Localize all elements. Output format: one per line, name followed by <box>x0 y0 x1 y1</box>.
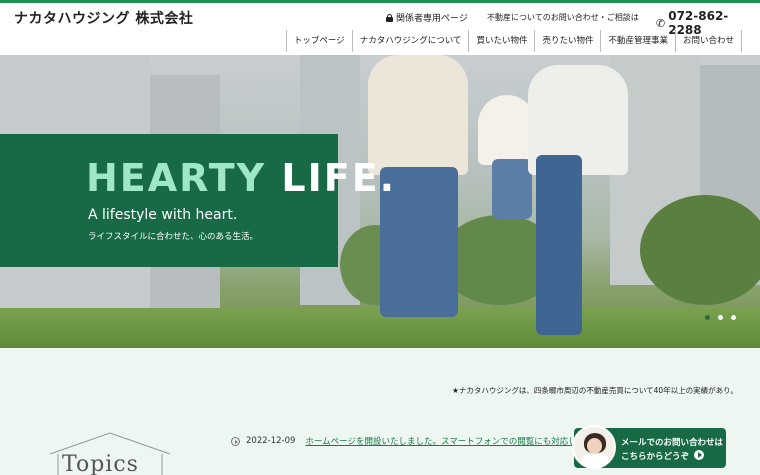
topics-heading: Topics <box>62 452 139 475</box>
nav-item-management[interactable]: 不動産管理事業 <box>601 30 676 52</box>
main-nav: トップページ ナカタハウジングについて 買いたい物件 売りたい物件 不動産管理事… <box>285 30 742 52</box>
mail-inquiry-button[interactable]: メールでのお問い合わせは こちらからどうぞ <box>572 425 726 469</box>
slider-dots <box>705 315 736 320</box>
nav-item-contact[interactable]: お問い合わせ <box>676 30 742 52</box>
inquiry-text: 不動産についてのお問い合わせ・ご相談は <box>487 13 639 22</box>
mail-inquiry-label-2: こちらからどうぞ <box>621 452 690 462</box>
hero-subtitle: A lifestyle with heart. <box>88 207 238 223</box>
news-date: 2022-12-09 <box>246 436 296 446</box>
hero-slider: HEARTY LIFE. A lifestyle with heart. ライフ… <box>0 55 760 348</box>
nav-item-buy[interactable]: 買いたい物件 <box>469 30 536 52</box>
slider-dot-1[interactable] <box>705 315 710 320</box>
news-item: 2022-12-09 ホームページを開設いたしました。スマートフォンでの閲覧にも… <box>231 435 602 447</box>
news-link[interactable]: ホームページを開設いたしました。スマートフォンでの閲覧にも対応していま <box>305 435 602 447</box>
site-logo[interactable]: ナカタハウジング 株式会社 <box>14 8 193 28</box>
staff-avatar <box>572 425 616 469</box>
member-page-link[interactable]: 関係者専用ページ <box>386 11 468 24</box>
arrow-right-icon <box>231 436 240 446</box>
slider-dot-3[interactable] <box>731 315 736 320</box>
nav-item-top[interactable]: トップページ <box>287 30 353 52</box>
site-header: ナカタハウジング 株式会社 関係者専用ページ 不動産についてのお問い合わせ・ご相… <box>0 3 760 55</box>
news-ticker: ★ナカタハウジングは、四条畷市周辺の不動産売買について40年以上の実績があり。 <box>452 386 738 395</box>
nav-item-sell[interactable]: 売りたい物件 <box>535 30 602 52</box>
mail-inquiry-label-1: メールでのお問い合わせは <box>621 438 724 448</box>
background-tree <box>640 195 760 305</box>
phone-icon: ✆ <box>656 16 666 30</box>
lock-icon <box>386 13 393 22</box>
hero-title-green: HEARTY <box>86 156 282 200</box>
hero-title: HEARTY LIFE. <box>86 156 396 200</box>
arrow-circle-right-icon <box>694 450 704 460</box>
nav-item-about[interactable]: ナカタハウジングについて <box>353 30 470 52</box>
slider-dot-2[interactable] <box>718 315 723 320</box>
hero-title-white: LIFE. <box>281 156 397 200</box>
hero-caption-panel: HEARTY LIFE. A lifestyle with heart. ライフ… <box>0 134 394 267</box>
photo-mother-jeans <box>536 155 582 335</box>
photo-child-jeans <box>492 159 532 219</box>
member-page-label: 関係者専用ページ <box>396 14 468 24</box>
hero-tagline: ライフスタイルに合わせた、心のある生活。 <box>88 232 259 242</box>
